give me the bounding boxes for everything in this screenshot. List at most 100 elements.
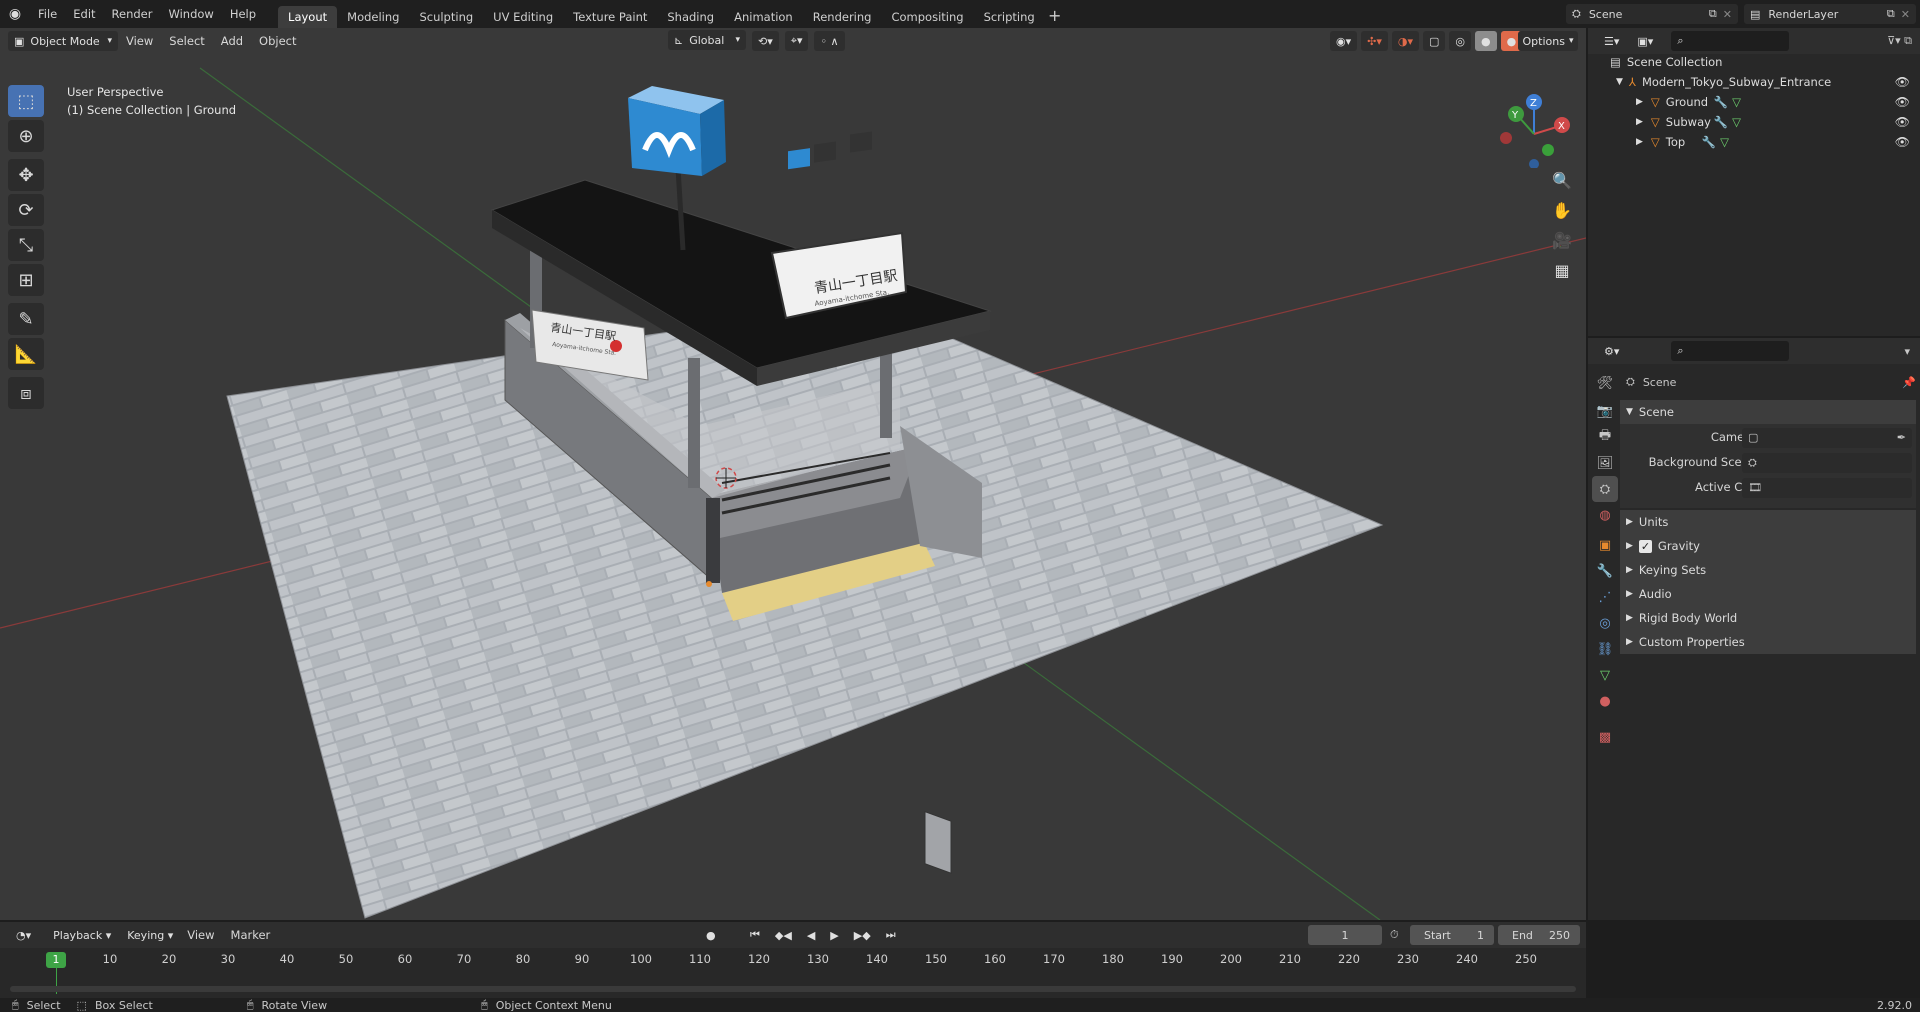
move-tool[interactable]: ✥ [8,159,44,191]
play-reverse-icon[interactable]: ◀ [800,925,822,945]
tab-animation[interactable]: Animation [724,6,803,28]
tab-world[interactable]: ◍ [1592,502,1618,528]
prev-keyframe-icon[interactable]: ◆◀ [768,925,798,945]
rotate-tool[interactable]: ⟳ [8,194,44,226]
renderlayer-selector[interactable]: ▤ RenderLayer ⧉ ✕ [1744,4,1916,24]
audio-panel[interactable]: ▶ Audio [1620,582,1916,606]
keying-sets-panel[interactable]: ▶ Keying Sets [1620,558,1916,582]
tab-texture[interactable]: ▩ [1592,724,1618,750]
units-panel[interactable]: ▶ Units [1620,510,1916,534]
measure-tool[interactable]: 📐 [8,338,44,370]
tab-data[interactable]: ▽ [1592,662,1618,688]
stopwatch-icon[interactable]: ⏱ [1390,928,1399,942]
menu-render[interactable]: Render [104,0,161,28]
expand-right-icon[interactable]: ▶ [1636,97,1643,107]
snap-icon[interactable]: ⌖▾ [784,31,809,51]
expand-right-icon[interactable]: ▶ [1636,117,1643,127]
tab-view-layer[interactable]: 🖼 [1592,450,1618,476]
jump-end-icon[interactable]: ⏭ [879,925,902,945]
blender-logo-icon[interactable]: ◉ [0,0,30,28]
pivot-icon[interactable]: ⟲▾ [752,31,779,51]
scale-tool[interactable]: ⤡ [8,229,44,261]
visibility-eye-icon[interactable]: 👁 [1895,135,1910,149]
xray-icon[interactable]: ▢ [1423,31,1446,51]
outliner-item-subway[interactable]: ▶ ▽ Subway 🔧 ▽ 👁 [1588,112,1920,132]
tab-texture-paint[interactable]: Texture Paint [563,6,657,28]
background-scene-field[interactable]: ⛭ [1742,453,1912,473]
menu-file[interactable]: File [30,0,65,28]
properties-editor-icon[interactable]: ⚙▾ [1598,341,1626,361]
tab-modeling[interactable]: Modeling [337,6,409,28]
visibility-eye-icon[interactable]: 👁 [1895,115,1910,129]
keying-menu[interactable]: Keying ▾ [121,925,180,945]
visibility-icon[interactable]: ◉▾ [1330,31,1358,51]
transform-orientation[interactable]: ⊾ Global ▾ [668,30,746,50]
scene-collection-row[interactable]: ▤ Scene Collection [1588,52,1920,72]
playback-menu[interactable]: Playback ▾ [47,925,118,945]
end-frame-field[interactable]: End 250 [1498,925,1580,945]
gravity-panel[interactable]: ▶ ✓ Gravity [1620,534,1916,558]
camera-field[interactable]: ▢ ✒ [1742,428,1912,448]
start-frame-field[interactable]: Start 1 [1410,925,1494,945]
playhead[interactable]: 1 [46,952,66,968]
tab-material[interactable]: ● [1592,688,1618,714]
gizmo-icon[interactable]: ✣▾ [1361,31,1388,51]
visibility-eye-icon[interactable]: 👁 [1895,75,1910,89]
next-keyframe-icon[interactable]: ▶◆ [847,925,877,945]
timeline-menu-marker[interactable]: Marker [223,928,279,942]
custom-properties-panel[interactable]: ▶ Custom Properties [1620,630,1916,654]
tab-render[interactable]: 📷 [1592,398,1618,424]
solid-shading-icon[interactable]: ● [1475,31,1497,51]
transform-tool[interactable]: ⊞ [8,264,44,296]
active-clip-field[interactable]: 🎞 [1742,478,1912,498]
pan-hand-icon[interactable]: ✋ [1548,196,1576,224]
3d-viewport[interactable]: 青山一丁目駅 Aoyama-itchome Sta. 青山一丁目駅 Aoyama… [0,28,1586,920]
tab-compositing[interactable]: Compositing [881,6,973,28]
tab-modifiers[interactable]: 🔧 [1592,558,1618,584]
expand-right-icon[interactable]: ▶ [1636,137,1643,147]
tab-scene[interactable]: ⛭ [1592,476,1618,502]
wireframe-shading-icon[interactable]: ◎ [1449,31,1472,51]
tab-object[interactable]: ▣ [1592,532,1618,558]
outliner-editor-icon[interactable]: ☰▾ [1598,31,1626,51]
camera-view-icon[interactable]: 🎥 [1548,226,1576,254]
overlay-icon[interactable]: ◑▾ [1391,31,1419,51]
scene-selector[interactable]: ⛭ Scene ⧉ ✕ [1566,4,1738,24]
navigation-gizmo[interactable]: Z X Y [1490,88,1570,168]
tab-tool[interactable]: 🛠 [1592,370,1618,396]
cursor-tool[interactable]: ⊕ [8,120,44,152]
tab-shading[interactable]: Shading [657,6,724,28]
current-frame-field[interactable]: 1 [1308,925,1382,945]
gravity-checkbox[interactable]: ✓ [1638,539,1652,553]
jump-start-icon[interactable]: ⏮ [744,925,766,945]
tab-physics[interactable]: ◎ [1592,610,1618,636]
add-cube-tool[interactable]: ⧈ [8,377,44,409]
tab-particles[interactable]: ⋰ [1592,584,1618,610]
visibility-eye-icon[interactable]: 👁 [1895,95,1910,109]
expand-down-icon[interactable]: ▼ [1616,77,1623,87]
menu-window[interactable]: Window [160,0,221,28]
viewport-menu-view[interactable]: View [118,34,161,48]
pin-icon[interactable]: 📌 [1902,376,1916,389]
outliner-item-ground[interactable]: ▶ ▽ Ground 🔧 ▽ 👁 [1588,92,1920,112]
scene-panel-header[interactable]: ▼ Scene [1620,400,1916,424]
viewport-menu-object[interactable]: Object [251,34,304,48]
rigid-body-world-panel[interactable]: ▶ Rigid Body World [1620,606,1916,630]
select-box-tool[interactable]: ⬚ [8,85,44,117]
display-mode-icon[interactable]: ▣▾ [1631,31,1660,51]
properties-search[interactable]: ⌕ [1671,341,1790,361]
play-icon[interactable]: ▶ [824,925,845,945]
tab-scripting[interactable]: Scripting [974,6,1045,28]
proportional-icon[interactable]: ◦ ∧ [814,31,845,51]
eyedropper-icon[interactable]: ✒ [1897,431,1906,444]
tab-rendering[interactable]: Rendering [803,6,882,28]
timeline-scrollbar[interactable] [10,986,1576,992]
menu-help[interactable]: Help [222,0,264,28]
outliner-search[interactable]: ⌕ [1671,31,1790,51]
mode-selector[interactable]: ▣ Object Mode ▾ [8,31,118,51]
record-icon[interactable]: ● [700,925,722,945]
timeline-ruler[interactable]: 1 10 20 30 40 50 60 70 80 90 100 110 120 130 140 150 16… [0,948,1586,998]
tab-uv-editing[interactable]: UV Editing [483,6,563,28]
tab-output[interactable]: 🖶 [1592,424,1618,450]
chevron-down-icon[interactable]: ▾ [1904,345,1910,358]
